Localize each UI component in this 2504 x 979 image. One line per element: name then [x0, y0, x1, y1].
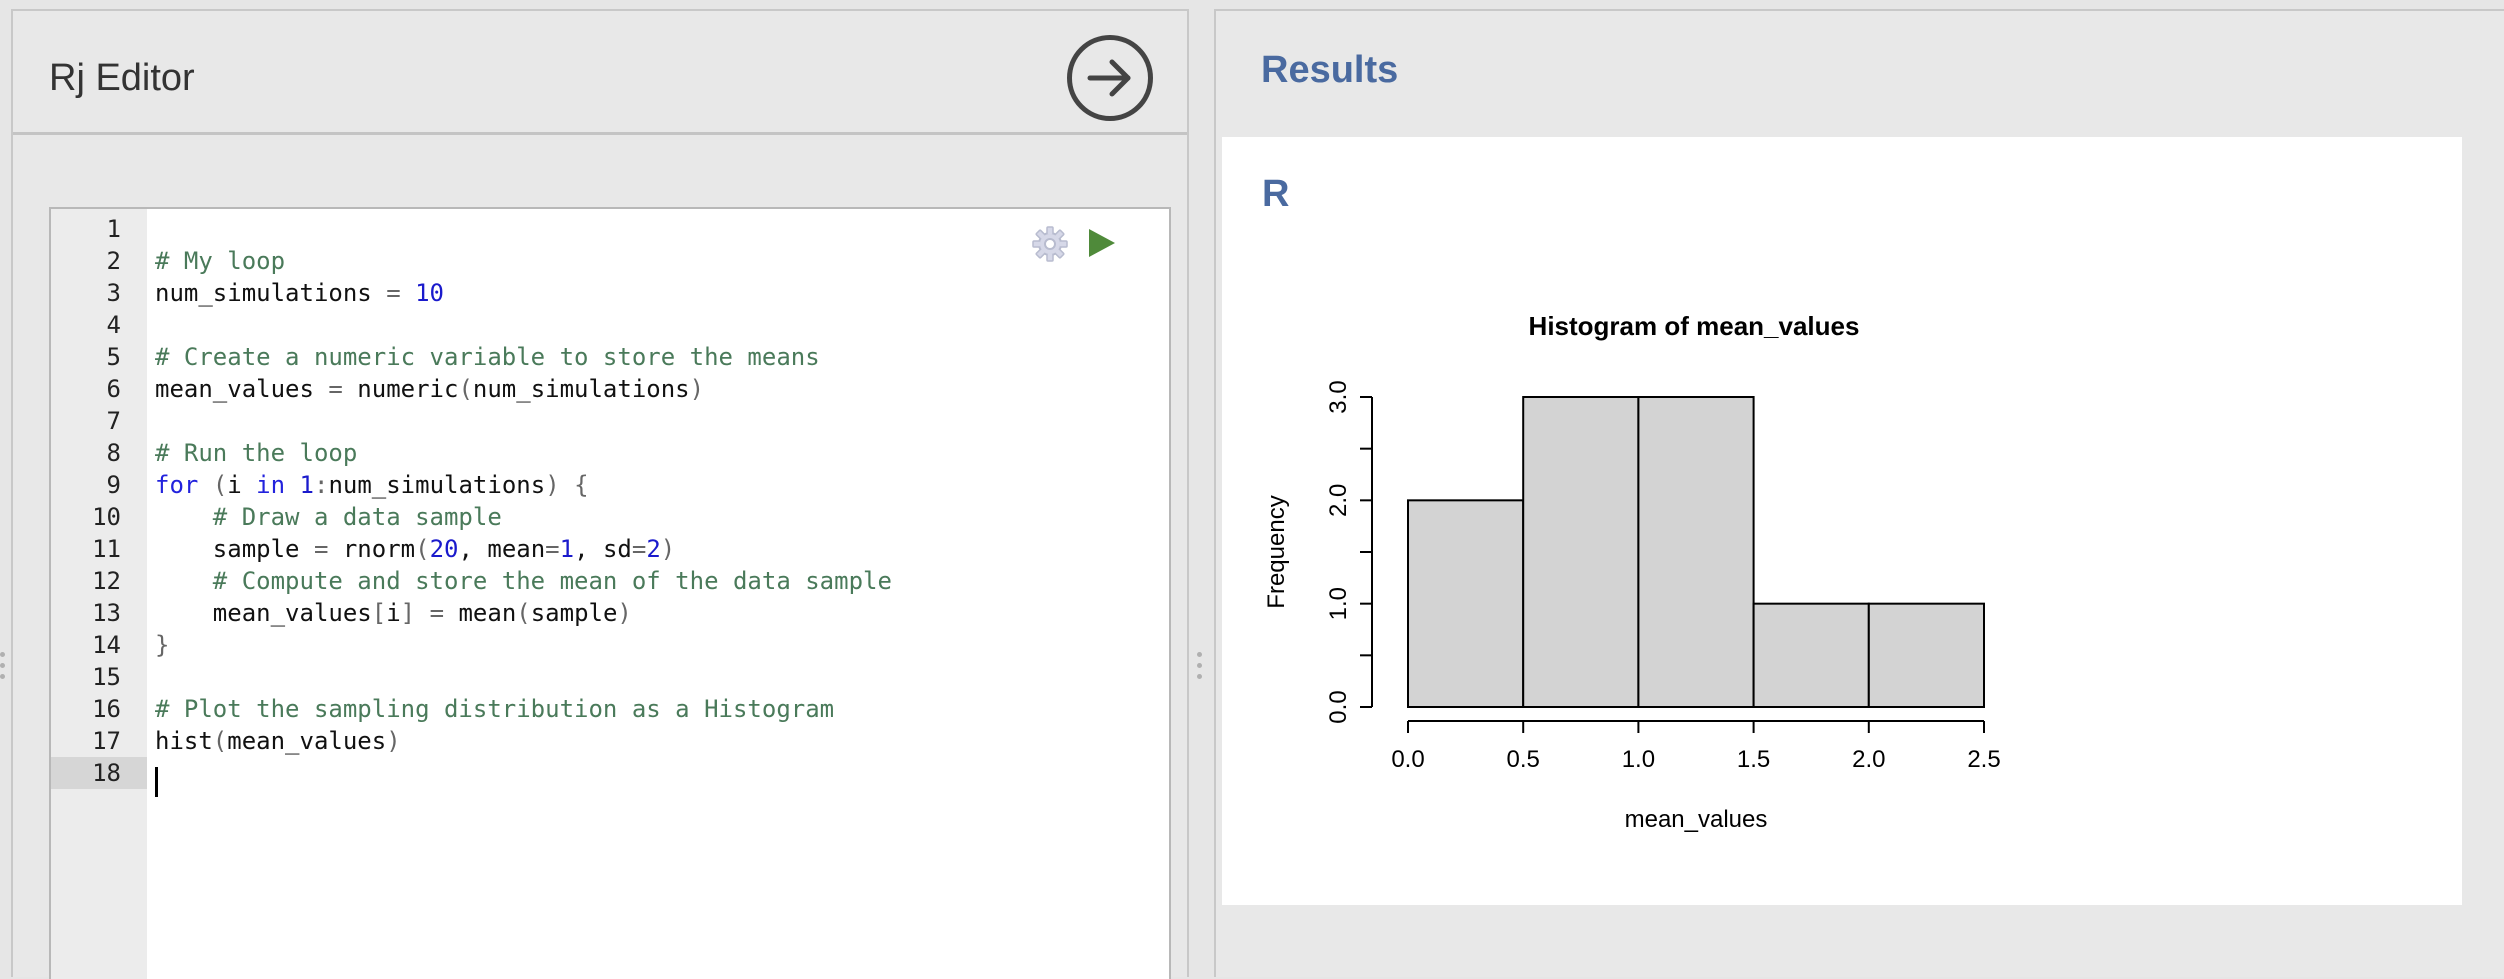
line-number: 17 [92, 727, 121, 755]
line-number: 10 [92, 503, 121, 531]
y-axis-label: Frequency [1263, 495, 1290, 608]
editor-title: Rj Editor [49, 57, 195, 99]
x-tick-label: 1.0 [1622, 746, 1655, 773]
line-number: 14 [92, 631, 121, 659]
line-number: 6 [106, 375, 121, 403]
line-number: 3 [106, 279, 121, 307]
code-line[interactable]: 16 # Plot the sampling distribution as a … [51, 693, 1169, 725]
histogram-bar [1752, 602, 1870, 708]
line-number: 2 [106, 247, 121, 275]
y-tick-label: 2.0 [1325, 484, 1352, 517]
code-line[interactable]: 5 # Create a numeric variable to store th… [51, 341, 1169, 373]
code-editor[interactable]: 1 2 # My loop 3 num_simulations = 10 4 5 # Crea… [49, 207, 1171, 979]
code-line[interactable]: 18 [51, 757, 1169, 789]
text-cursor [155, 767, 158, 797]
line-number: 1 [106, 215, 121, 243]
x-tick-label: 0.0 [1391, 746, 1424, 773]
play-icon[interactable] [1087, 227, 1117, 259]
code-line[interactable]: 1 [51, 213, 1169, 245]
line-text: mean_values[i] = mean(sample) [155, 599, 632, 627]
line-text: num_simulations = 10 [155, 279, 444, 307]
line-text: # Plot the sampling distribution as a Hi… [155, 695, 835, 723]
code-line[interactable]: 3 num_simulations = 10 [51, 277, 1169, 309]
arrow-right-circle-icon[interactable] [1067, 35, 1153, 121]
histogram-bar [1522, 396, 1640, 708]
line-number: 15 [92, 663, 121, 691]
line-number: 9 [106, 471, 121, 499]
line-text: # Run the loop [155, 439, 358, 467]
code-line[interactable]: 15 [51, 661, 1169, 693]
x-axis-label: mean_values [1625, 806, 1768, 833]
editor-panel: Rj Editor 1 2 # My loop 3 num_simulations = … [11, 9, 1189, 979]
line-number: 5 [106, 343, 121, 371]
code-line[interactable]: 14} [51, 629, 1169, 661]
chart-title: Histogram of mean_values [1529, 311, 1860, 341]
code-line[interactable]: 6 mean_values = numeric(num_simulations) [51, 373, 1169, 405]
histogram-bar [1637, 396, 1755, 708]
histogram-chart: Histogram of mean_values 0.0 0.5 1.0 1.5 2.0 2… [1263, 311, 2001, 833]
results-panel: Results R Histogram of mean_values 0.0 0.5… [1214, 9, 2504, 977]
line-number: 13 [92, 599, 121, 627]
line-text: } [155, 631, 170, 659]
line-text: mean_values = numeric(num_simulations) [155, 375, 705, 403]
line-text: # Draw a data sample [212, 503, 502, 531]
histogram-bar [1867, 602, 1985, 708]
y-tick-label: 3.0 [1325, 380, 1352, 413]
arrow-right-icon [1087, 59, 1131, 97]
code-line[interactable]: 8 # Run the loop [51, 437, 1169, 469]
line-number: 16 [92, 695, 121, 723]
x-tick-label: 1.5 [1737, 746, 1770, 773]
code-line[interactable]: 2 # My loop [51, 245, 1169, 277]
line-number: 12 [92, 567, 121, 595]
code-line[interactable]: 4 [51, 309, 1169, 341]
line-text: sample = rnorm(20, mean=1, sd=2) [155, 535, 676, 563]
x-tick-label: 2.0 [1852, 746, 1885, 773]
line-text: hist(mean_values) [155, 727, 401, 755]
line-number: 11 [92, 535, 121, 563]
y-tick-label: 1.0 [1325, 587, 1352, 620]
splitter-handle[interactable] [1197, 652, 1203, 682]
results-content: R Histogram of mean_values 0.0 0.5 1.0 1.5 2.… [1222, 137, 2462, 905]
line-text: # Compute and store the mean of the data… [212, 567, 892, 595]
y-tick-label: 0.0 [1325, 690, 1352, 723]
line-text: for (i in 1:num_simulations) { [155, 471, 589, 499]
line-text: # My loop [155, 247, 286, 275]
results-title: Results [1261, 49, 1399, 91]
code-line[interactable]: 7 [51, 405, 1169, 437]
gear-icon[interactable] [1031, 225, 1069, 263]
editor-header: Rj Editor [13, 11, 1187, 135]
line-text: # Create a numeric variable to store the… [155, 343, 820, 371]
code-line[interactable]: 10 # Draw a data sample [51, 501, 1169, 533]
histogram-bar [1407, 499, 1525, 709]
x-tick-label: 2.5 [1967, 746, 2000, 773]
code-line[interactable]: 11 sample = rnorm(20, mean=1, sd=2) [51, 533, 1169, 565]
code-line[interactable]: 9 for (i in 1:num_simulations) { [51, 469, 1169, 501]
x-tick-label: 0.5 [1507, 746, 1540, 773]
code-line[interactable]: 12 # Compute and store the mean of the d… [51, 565, 1169, 597]
line-number: 8 [106, 439, 121, 467]
splitter-handle-left[interactable] [0, 652, 6, 682]
line-number: 18 [51, 757, 147, 789]
code-line[interactable]: 13 mean_values[i] = mean(sample) [51, 597, 1169, 629]
code-line[interactable]: 17 hist(mean_values) [51, 725, 1169, 757]
line-number: 4 [106, 311, 121, 339]
line-number: 7 [106, 407, 121, 435]
